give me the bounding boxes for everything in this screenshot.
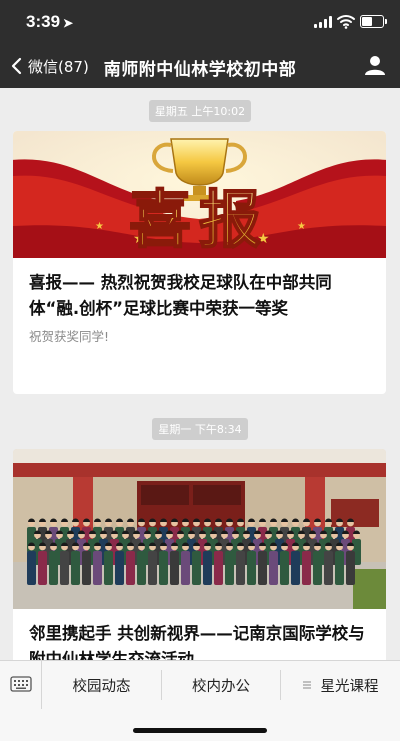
message-list[interactable]: 星期五 上午10:02 ★ ★ ★ ★ 喜报 喜报—— 热烈祝贺我校足球队在中部… (0, 88, 400, 660)
article-cover-image: ★ ★ ★ ★ 喜报 (13, 131, 386, 258)
status-bar: 3:39 ➤ (0, 0, 400, 44)
nav-bar: 微信(87) 南师附中仙林学校初中部 (0, 44, 400, 88)
bottom-menu: 校园动态 校内办公 星光课程 (0, 660, 400, 741)
location-arrow-icon: ➤ (63, 16, 74, 30)
article-description: 祝贺获奖同学! (29, 329, 110, 344)
article-title: 邻里携起手 共创新视界——记南京国际学校与附中仙林学生交流活动 (29, 624, 365, 660)
keyboard-icon (10, 676, 32, 692)
menu-item-campus-news[interactable]: 校园动态 (42, 661, 161, 709)
svg-text:★: ★ (95, 221, 104, 232)
menu-item-label: 校园动态 (72, 678, 131, 695)
person-icon[interactable] (364, 54, 386, 76)
cover-text: 喜报 (129, 183, 269, 256)
timestamp-text: 星期五 上午10:02 (148, 100, 252, 122)
page-title: 南师附中仙林学校初中部 (103, 60, 297, 80)
svg-text:★: ★ (297, 221, 306, 232)
timestamp: 星期五 上午10:02 (0, 100, 400, 122)
article-title: 喜报—— 热烈祝贺我校足球队在中部共同体“融.创杯”足球比赛中荣获一等奖 (29, 273, 332, 318)
article-cover-image (13, 449, 386, 609)
keyboard-toggle-button[interactable] (0, 661, 42, 709)
status-time-text: 3:39 (26, 12, 61, 31)
submenu-icon (302, 681, 311, 689)
cellular-signal-icon (314, 16, 332, 28)
wifi-icon (337, 15, 355, 29)
menu-item-label: 星光课程 (320, 678, 379, 695)
article-card[interactable]: ★ ★ ★ ★ 喜报 喜报—— 热烈祝贺我校足球队在中部共同体“融.创杯”足球比… (13, 131, 386, 394)
timestamp-text: 星期一 下午8:34 (152, 418, 248, 440)
status-time: 3:39 ➤ (26, 12, 73, 32)
menu-item-office[interactable]: 校内办公 (162, 661, 280, 709)
battery-icon (360, 15, 387, 28)
home-indicator[interactable] (133, 728, 267, 733)
menu-item-label: 校内办公 (192, 678, 250, 695)
timestamp: 星期一 下午8:34 (0, 418, 400, 440)
article-card[interactable]: 邻里携起手 共创新视界——记南京国际学校与附中仙林学生交流活动 (13, 449, 386, 660)
top-bar: 3:39 ➤ 微信(87) 南师附中仙林学校初中部 (0, 0, 400, 88)
menu-item-starlight-courses[interactable]: 星光课程 (281, 661, 400, 709)
